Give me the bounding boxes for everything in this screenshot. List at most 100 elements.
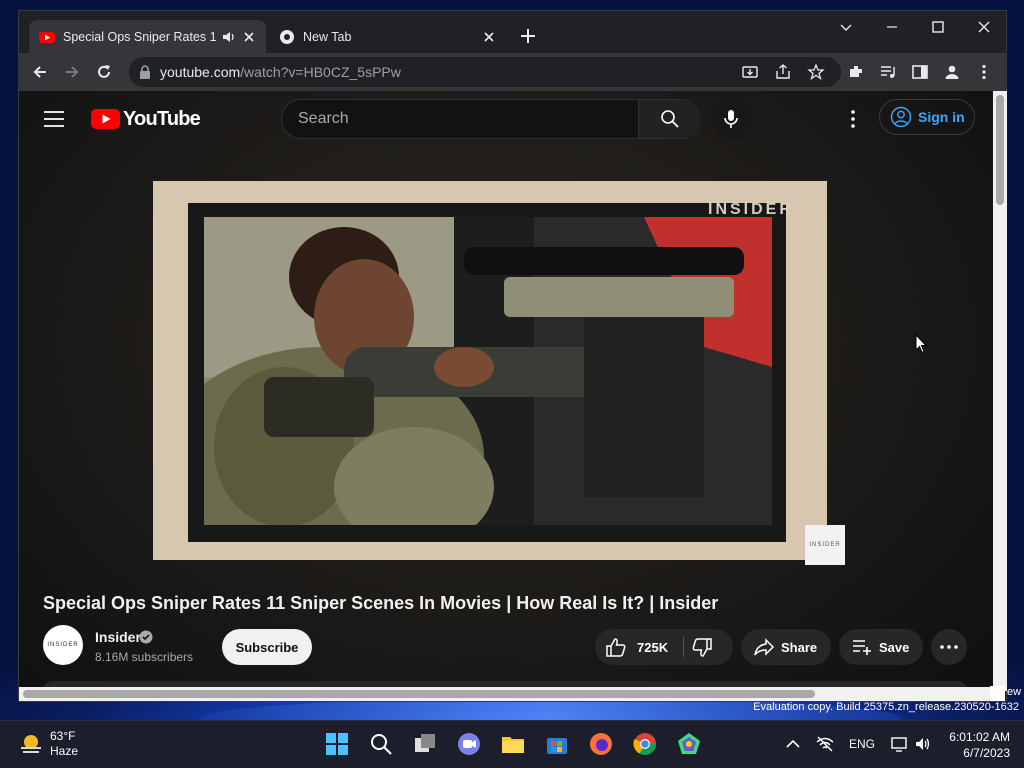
clock-date: 6/7/2023 (963, 746, 1010, 760)
share-arrow-icon (754, 638, 775, 656)
forward-arrow-icon[interactable] (63, 63, 81, 81)
save-label: Save (879, 639, 910, 655)
close-tab-icon[interactable] (482, 30, 496, 44)
weather-temperature: 63°F (50, 729, 76, 743)
system-clock[interactable]: 6:01:02 AM 6/7/2023 (944, 729, 1010, 761)
more-horizontal-icon (940, 645, 958, 649)
thumbs-down-icon[interactable] (691, 637, 713, 659)
share-page-icon[interactable] (774, 63, 792, 81)
desktop-white-square (990, 686, 1005, 701)
vertical-scroll-thumb[interactable] (996, 95, 1004, 205)
thumbs-up-icon (606, 638, 626, 657)
like-button[interactable]: 725K (595, 629, 683, 665)
network-disconnected-icon[interactable] (816, 735, 834, 753)
reload-icon[interactable] (95, 63, 113, 81)
weather-widget[interactable]: 63°F Haze (18, 729, 78, 759)
install-app-icon[interactable] (741, 63, 759, 81)
minimize-icon[interactable] (882, 17, 902, 37)
microsoft-store-icon[interactable] (544, 731, 570, 757)
save-button[interactable]: Save (839, 629, 923, 665)
mouse-cursor-icon (915, 334, 927, 354)
speaker-icon[interactable] (222, 30, 236, 44)
channel-watermark-badge[interactable]: INSIDER (805, 525, 845, 565)
maximize-icon[interactable] (928, 17, 948, 37)
tab-new-tab[interactable]: New Tab (269, 20, 506, 53)
youtube-play-logo-icon (91, 109, 120, 129)
task-view-icon[interactable] (412, 731, 438, 757)
desktop-side-text: ew (1007, 686, 1022, 698)
share-label: Share (781, 639, 818, 655)
share-button[interactable]: Share (741, 629, 831, 665)
show-hidden-icons-chevron-icon[interactable] (784, 735, 802, 753)
firefox-icon[interactable] (588, 731, 614, 757)
more-actions-button[interactable] (931, 629, 967, 665)
video-player[interactable]: INSIDER (153, 181, 827, 560)
tab-youtube-video[interactable]: Special Ops Sniper Rates 11 Sniper Scene… (29, 20, 266, 53)
weather-condition: Haze (50, 744, 79, 758)
sign-in-label: Sign in (918, 109, 965, 125)
chrome-taskbar-icon[interactable] (632, 731, 658, 757)
search-button[interactable] (638, 100, 701, 138)
back-arrow-icon[interactable] (31, 63, 49, 81)
youtube-logo-text: YouTube (123, 107, 201, 130)
side-panel-icon[interactable] (911, 63, 929, 81)
tab-search-chevron-icon[interactable] (836, 17, 856, 37)
subscriber-count: 8.16M subscribers (95, 650, 194, 664)
browser-toolbar: youtube.com/watch?v=HB0CZ_5sPPw (19, 53, 1006, 91)
like-divider (683, 637, 684, 657)
taskbar-search-icon[interactable] (368, 731, 394, 757)
video-frame-image (204, 217, 772, 525)
volume-icon[interactable] (914, 735, 932, 753)
like-count: 725K (637, 639, 669, 655)
hamburger-menu-icon[interactable] (43, 109, 65, 129)
subscribe-button[interactable]: Subscribe (222, 629, 312, 665)
youtube-favicon-icon (39, 31, 55, 43)
tab-title: Special Ops Sniper Rates 11 Sniper Scene… (63, 29, 216, 44)
close-window-icon[interactable] (974, 17, 994, 37)
extensions-puzzle-icon[interactable] (847, 63, 865, 81)
chat-app-icon[interactable] (456, 731, 482, 757)
video-title: Special Ops Sniper Rates 11 Sniper Scene… (43, 593, 719, 613)
microphone-icon (724, 110, 738, 128)
address-bar[interactable]: youtube.com/watch?v=HB0CZ_5sPPw (129, 57, 841, 87)
channel-name[interactable]: Insider (95, 629, 141, 645)
search-input[interactable] (282, 100, 638, 138)
add-to-playlist-icon (853, 640, 871, 655)
insider-watermark: INSIDER (708, 201, 794, 218)
tab-title: New Tab (303, 29, 352, 44)
sniper-scene-illustration (204, 217, 772, 525)
lock-icon[interactable] (139, 65, 151, 79)
account-circle-icon (890, 106, 912, 128)
haze-sun-icon (21, 735, 41, 753)
vertical-scrollbar[interactable] (993, 91, 1007, 691)
file-explorer-icon[interactable] (500, 731, 526, 757)
voice-search-button[interactable] (711, 99, 751, 139)
youtube-page: YouTube Sign in (19, 91, 993, 691)
start-windows-icon[interactable] (324, 731, 350, 757)
settings-kebab-icon[interactable] (841, 107, 865, 131)
taskbar: 63°F Haze ENG 6:01:02 AM 6/7/2023 (0, 720, 1024, 768)
video-frame (188, 203, 786, 542)
url-text: youtube.com/watch?v=HB0CZ_5sPPw (160, 64, 401, 80)
display-network-icon[interactable] (890, 735, 908, 753)
verified-check-icon (139, 630, 153, 644)
youtube-logo[interactable]: YouTube (91, 107, 201, 131)
input-language[interactable]: ENG (849, 737, 875, 751)
chrome-menu-kebab-icon[interactable] (975, 63, 993, 81)
horizontal-scroll-thumb[interactable] (23, 690, 815, 698)
search-box (281, 99, 701, 139)
browser-window: Special Ops Sniper Rates 11 Sniper Scene… (18, 10, 1007, 702)
chrome-favicon-icon (280, 29, 294, 44)
bookmark-star-icon[interactable] (807, 63, 825, 81)
tab-strip: Special Ops Sniper Rates 11 Sniper Scene… (19, 11, 1006, 53)
colorful-app-icon[interactable] (676, 731, 702, 757)
profile-icon[interactable] (943, 63, 961, 81)
like-dislike-group: 725K (595, 629, 733, 665)
search-icon (661, 110, 679, 128)
new-tab-plus-icon[interactable] (517, 25, 539, 47)
sign-in-button[interactable]: Sign in (879, 99, 975, 135)
horizontal-scrollbar[interactable] (19, 687, 993, 701)
close-tab-icon[interactable] (242, 30, 256, 44)
channel-avatar[interactable]: INSIDER (43, 625, 83, 665)
media-controls-icon[interactable] (879, 63, 897, 81)
